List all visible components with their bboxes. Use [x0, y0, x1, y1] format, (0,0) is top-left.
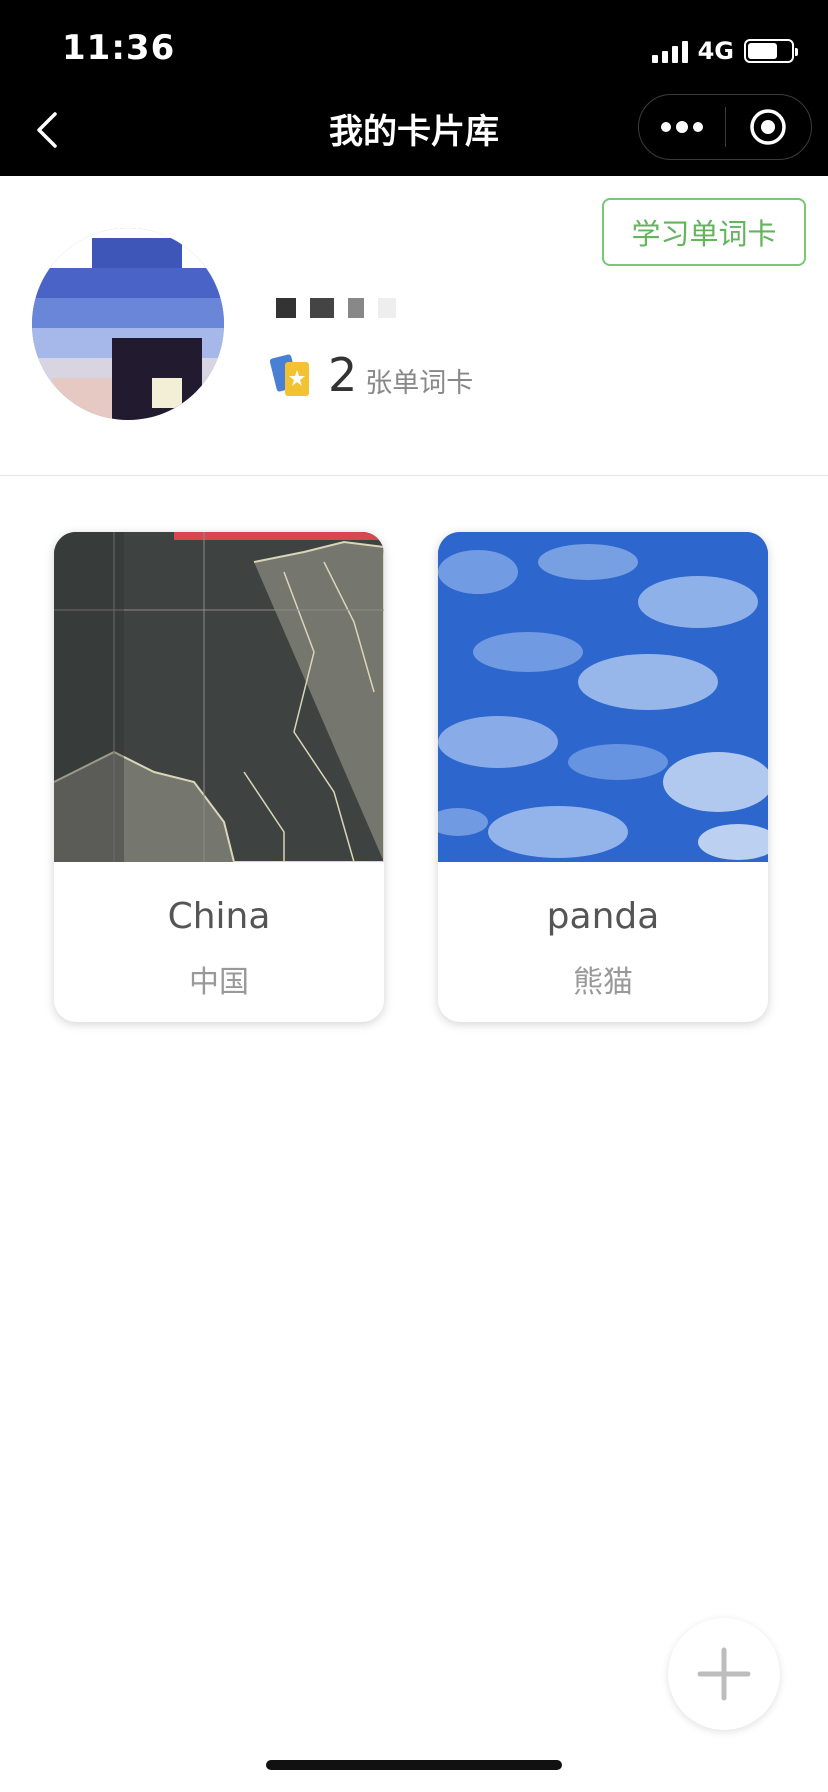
more-button[interactable] [639, 95, 725, 159]
status-time: 11:36 [62, 28, 176, 68]
cards-icon [270, 354, 309, 396]
plus-icon [697, 1647, 751, 1701]
battery-icon [744, 39, 798, 63]
card-count: 2 [328, 348, 358, 402]
card-image-sky [438, 532, 768, 862]
home-indicator[interactable] [266, 1760, 562, 1770]
card-word: panda [546, 896, 660, 937]
signal-icon [651, 39, 688, 63]
card-meaning: 熊猫 [573, 965, 633, 1000]
username-blurred [276, 298, 396, 320]
mini-program-capsule [638, 94, 812, 160]
close-mini-program-button[interactable] [726, 95, 812, 159]
word-card[interactable]: China 中国 [54, 532, 384, 1022]
more-dots-icon [660, 121, 703, 133]
status-indicators: 4G [651, 36, 798, 66]
target-circle-icon [750, 109, 786, 145]
card-count-row: 2 张单词卡 [270, 348, 473, 402]
card-word: China [167, 896, 271, 937]
profile-header: 2 张单词卡 学习单词卡 [0, 176, 828, 476]
card-count-label: 张单词卡 [365, 367, 474, 399]
network-type: 4G [697, 37, 734, 65]
add-card-button[interactable] [668, 1618, 780, 1730]
study-cards-button[interactable]: 学习单词卡 [602, 198, 806, 266]
top-bar: 11:36 4G 我的卡片库 [0, 0, 828, 176]
card-meaning: 中国 [189, 965, 249, 1000]
avatar[interactable] [32, 228, 224, 420]
card-image-map [54, 532, 384, 862]
word-card[interactable]: panda 熊猫 [438, 532, 768, 1022]
card-grid: China 中国 panda 熊猫 [54, 532, 774, 1022]
